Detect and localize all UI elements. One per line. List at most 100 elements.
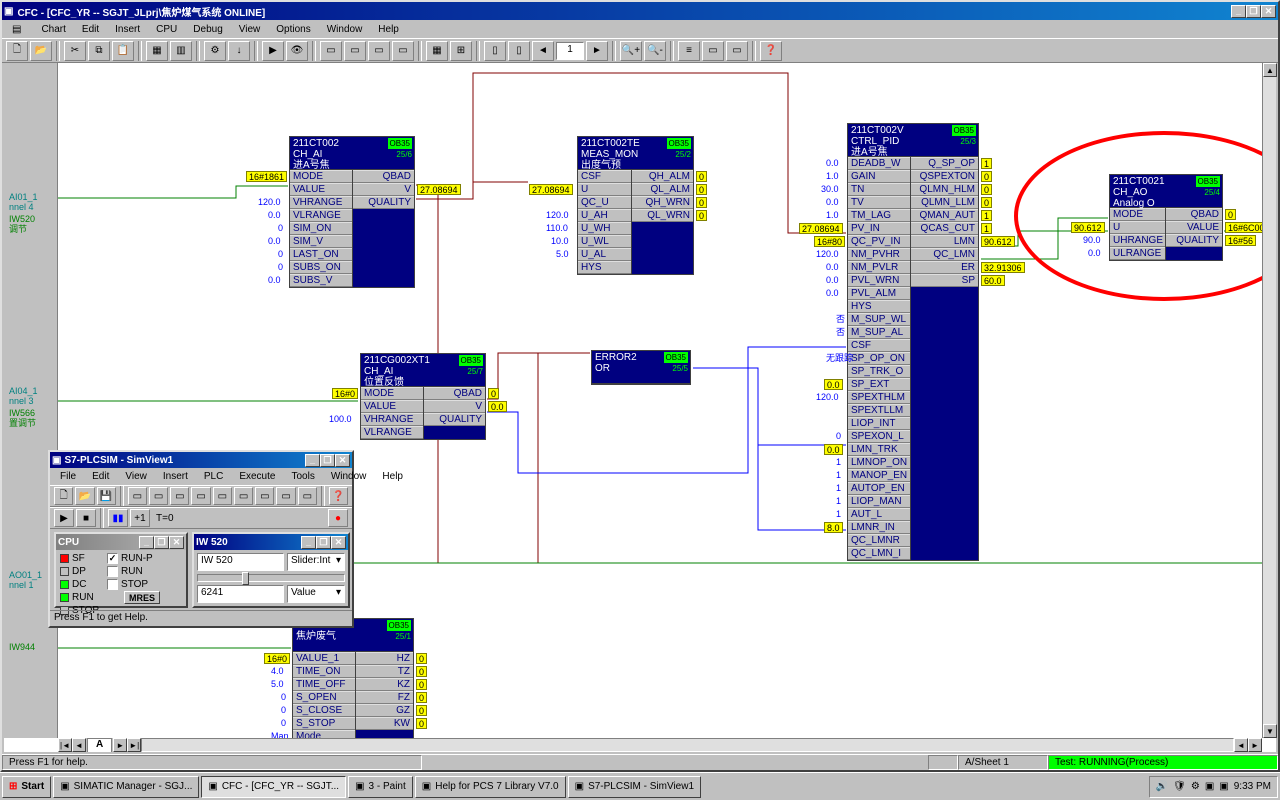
output-pin[interactable]: QL_WRN (632, 209, 693, 222)
taskbar-item[interactable]: ▣CFC - [CFC_YR -- SGJT... (201, 776, 346, 798)
function-block[interactable]: ERROR2OROB3525/5 (591, 350, 691, 385)
iw-value-field[interactable]: 6241 (197, 585, 284, 603)
margin-tag[interactable]: AI01_1nnel 4 (8, 191, 52, 211)
input-pin[interactable]: GAIN (848, 170, 910, 183)
output-pin[interactable]: GZ (356, 704, 413, 717)
next-icon[interactable]: ► (586, 41, 608, 61)
iw-vformat-select[interactable]: Value▾ (287, 585, 345, 603)
output-pin[interactable]: KW (356, 717, 413, 730)
output-pin[interactable]: QLMN_LLM (911, 196, 978, 209)
tb-icon[interactable]: ≡ (678, 41, 700, 61)
tray-icon[interactable]: 🛡 (1173, 781, 1186, 792)
margin-tag[interactable]: IW944 (8, 641, 52, 661)
taskbar-item[interactable]: ▣3 - Paint (348, 776, 413, 798)
cut-icon[interactable]: ✂ (64, 41, 86, 61)
checkbox-stop[interactable] (107, 579, 118, 590)
maximize-button[interactable]: ❐ (320, 454, 335, 467)
grid-icon[interactable]: ▦ (426, 41, 448, 61)
pause-icon[interactable]: ▮▮ (108, 509, 128, 527)
output-pin[interactable]: QBAD (353, 170, 414, 183)
next-sheet-icon[interactable]: ► (113, 738, 127, 752)
input-pin[interactable]: QC_PV_IN (848, 235, 910, 248)
input-pin[interactable]: QC_LMN_I (848, 547, 910, 560)
input-pin[interactable]: S_STOP (293, 717, 355, 730)
input-pin[interactable]: UHRANGE (1110, 234, 1165, 247)
input-pin[interactable]: S_CLOSE (293, 704, 355, 717)
input-pin[interactable]: MODE (290, 170, 352, 183)
mdi-icon[interactable]: ▤ (6, 23, 27, 36)
checkbox-run[interactable] (107, 566, 118, 577)
open-icon[interactable]: 📂 (75, 487, 94, 505)
vertical-scrollbar[interactable]: ▲ ▼ (1262, 63, 1276, 738)
output-pin[interactable]: QH_WRN (632, 196, 693, 209)
tb-icon[interactable]: ▭ (702, 41, 724, 61)
input-pin[interactable]: QC_LMNR (848, 534, 910, 547)
input-pin[interactable]: VHRANGE (361, 413, 423, 426)
output-pin[interactable]: QCAS_CUT (911, 222, 978, 235)
tb-icon[interactable]: ▯ (508, 41, 530, 61)
close-button[interactable]: ✕ (331, 536, 346, 549)
tb-icon[interactable]: ▭ (726, 41, 748, 61)
input-pin[interactable]: VALUE (361, 400, 423, 413)
input-pin[interactable]: SP_EXT (848, 378, 910, 391)
input-pin[interactable]: PVL_WRN (848, 274, 910, 287)
input-pin[interactable]: NM_PVHR (848, 248, 910, 261)
catalog-icon[interactable]: ▦ (146, 41, 168, 61)
tb-icon[interactable]: ▭ (368, 41, 390, 61)
run-icon[interactable]: ▶ (54, 509, 74, 527)
menu-insert[interactable]: Insert (157, 470, 194, 483)
minimize-button[interactable]: _ (301, 536, 316, 549)
function-block[interactable]: 211CG002XT1CH_AI位置反馈OB3525/7MODEVALUEVHR… (360, 353, 486, 440)
checkbox-run-p[interactable]: ✓ (107, 553, 118, 564)
minimize-button[interactable]: _ (1231, 5, 1246, 18)
input-pin[interactable]: CSF (578, 170, 631, 183)
maximize-button[interactable]: ❐ (316, 536, 331, 549)
input-pin[interactable]: S_OPEN (293, 691, 355, 704)
input-pin[interactable]: U_AL (578, 248, 631, 261)
new-icon[interactable]: 🗋 (54, 487, 73, 505)
chart-canvas[interactable]: 211CT002CH_AI进A号焦OB3525/6MODEVALUEVHRANG… (58, 63, 1262, 738)
tb-icon[interactable]: ▭ (392, 41, 414, 61)
help-icon[interactable]: ❓ (760, 41, 782, 61)
taskbar-item[interactable]: ▣SIMATIC Manager - SGJ... (53, 776, 199, 798)
output-pin[interactable]: QC_LMN (911, 248, 978, 261)
input-pin[interactable]: CSF (848, 339, 910, 352)
input-pin[interactable]: LIOP_MAN (848, 495, 910, 508)
output-pin[interactable]: QLMN_HLM (911, 183, 978, 196)
function-block[interactable]: 211CT002VCTRL_PID进A号焦OB3525/3DEADB_WGAIN… (847, 123, 979, 561)
iw-address-field[interactable]: IW 520 (197, 553, 284, 571)
tb-icon[interactable]: ▭ (298, 487, 317, 505)
input-pin[interactable]: SIM_ON (290, 222, 352, 235)
paste-icon[interactable]: 📋 (112, 41, 134, 61)
menu-options[interactable]: Options (270, 23, 316, 36)
input-pin[interactable]: PV_IN (848, 222, 910, 235)
menu-execute[interactable]: Execute (233, 470, 281, 483)
tb-icon[interactable]: ▭ (344, 41, 366, 61)
zoom-out-icon[interactable]: 🔍- (644, 41, 666, 61)
function-block[interactable]: 211CT002TEMEAS_MON出度气预OB3525/2CSFUQC_UU_… (577, 136, 694, 275)
compile-icon[interactable]: ⚙ (204, 41, 226, 61)
menu-help[interactable]: Help (376, 470, 409, 483)
input-pin[interactable]: M_SUP_AL (848, 326, 910, 339)
input-pin[interactable]: VLRANGE (290, 209, 352, 222)
menu-edit[interactable]: Edit (86, 470, 115, 483)
horizontal-scrollbar[interactable]: |◄ ◄ A ► ►| ◄ ► (58, 738, 1262, 752)
tb-icon[interactable]: ▭ (276, 487, 295, 505)
mres-button[interactable]: MRES (124, 591, 160, 604)
scroll-up-icon[interactable]: ▲ (1263, 63, 1277, 77)
prev-sheet-icon[interactable]: ◄ (72, 738, 86, 752)
output-pin[interactable]: ER (911, 261, 978, 274)
output-pin[interactable]: QUALITY (1166, 234, 1222, 247)
function-block[interactable]: 211CT002CH_AI进A号焦OB3525/6MODEVALUEVHRANG… (289, 136, 415, 288)
menu-window[interactable]: Window (321, 23, 369, 36)
output-pin[interactable]: QL_ALM (632, 183, 693, 196)
menu-view[interactable]: View (233, 23, 267, 36)
output-pin[interactable]: QBAD (424, 387, 485, 400)
menu-plc[interactable]: PLC (198, 470, 229, 483)
start-button[interactable]: ⊞ Start (2, 776, 51, 798)
close-button[interactable]: ✕ (1261, 5, 1276, 18)
input-pin[interactable]: MODE (361, 387, 423, 400)
input-pin[interactable]: TIME_OFF (293, 678, 355, 691)
help-icon[interactable]: ❓ (329, 487, 348, 505)
first-sheet-icon[interactable]: |◄ (58, 738, 72, 752)
